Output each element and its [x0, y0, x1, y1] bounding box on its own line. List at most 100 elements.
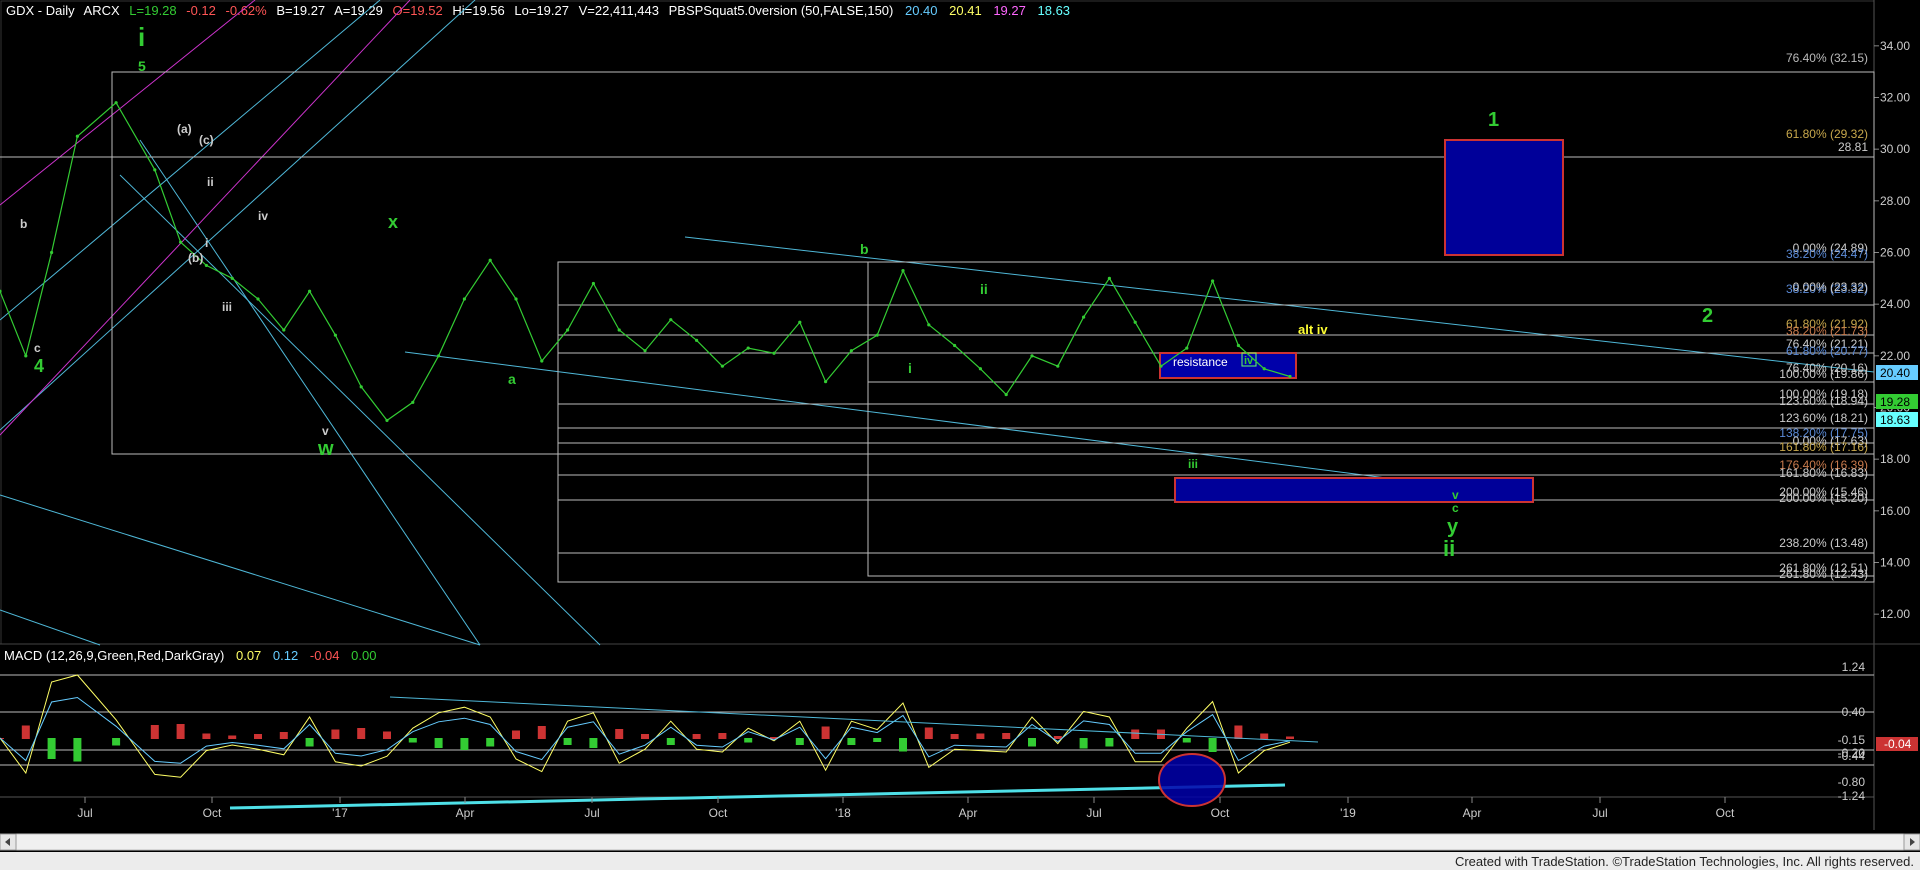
price-point [1185, 346, 1189, 350]
scrollbar-track[interactable] [0, 833, 1920, 851]
fib-level-label: 161.80% (16.83) [1779, 466, 1868, 480]
fib-box-1 [111, 71, 1875, 455]
macd-histogram-bar [305, 738, 314, 747]
fib-level-label: 61.80% (29.32) [1786, 127, 1868, 141]
macd-histogram-bar [847, 738, 856, 745]
wave-label-v-small: v [322, 424, 329, 438]
time-tick-label: Oct [709, 806, 728, 820]
wave-label-ii-major: ii [1443, 536, 1455, 561]
price-tick-label: 14.00 [1880, 556, 1910, 570]
trendline-channel-4 [119, 174, 601, 646]
macd-histogram-bar [924, 727, 933, 739]
price-point [566, 328, 570, 332]
macd-histogram-bar [563, 738, 572, 745]
macd-histogram-bar [331, 729, 340, 739]
price-point [772, 351, 776, 355]
macd-tick-label: -0.44 [1838, 749, 1866, 763]
macd-tag-value: -0.04 [1884, 737, 1912, 751]
wave-label-w: w [317, 438, 334, 460]
price-point [153, 168, 157, 172]
time-tick-label: Apr [456, 806, 475, 820]
price-point [1236, 343, 1240, 348]
indicator-value-1: 20.40 [905, 3, 938, 18]
indicator-value-4: 18.63 [1038, 3, 1071, 18]
macd-histogram-bar [1079, 738, 1088, 749]
fib-level-label: 161.80% (17.16) [1779, 440, 1868, 454]
price-point [617, 328, 621, 332]
macd-divergence-ellipse [1158, 753, 1226, 807]
macd-histogram-bar [1002, 733, 1011, 739]
price-point [1056, 364, 1060, 368]
price-point [333, 333, 337, 337]
price-panel-frame [0, 0, 1875, 645]
wave-label-b-paren: (b) [188, 251, 203, 265]
macd-trendline-upper [389, 696, 1319, 743]
price-point [75, 134, 79, 138]
trendline-support [404, 351, 1481, 491]
fib-labels: 76.40% (32.15) 61.80% (29.32)28.81 0.00% (… [1779, 51, 1868, 581]
wave-label-iv-green: iv [1244, 355, 1254, 367]
resistance-label: resistance [1173, 355, 1228, 369]
price-point [798, 320, 802, 324]
price-point [591, 281, 596, 286]
trendline-lower-1 [0, 494, 481, 646]
price-point [411, 400, 415, 404]
time-tick-label: Oct [1716, 806, 1735, 820]
macd-tick-label: -1.24 [1838, 789, 1866, 803]
wave-label-i-major: i [138, 22, 145, 52]
price-point [669, 318, 673, 322]
price-point [385, 418, 389, 423]
wave-label-ii-small: ii [207, 175, 214, 189]
target-box-1 [1444, 139, 1564, 256]
fib-level-label: 123.60% (18.94) [1779, 394, 1868, 408]
wave-label-1: 1 [1488, 109, 1499, 131]
macd-name: MACD (12,26,9,Green,Red,DarkGray) [4, 648, 224, 663]
macd-histogram-bar [279, 732, 288, 739]
macd-histogram-bar [1260, 733, 1269, 739]
wave-label-alt-iv: alt iv [1298, 322, 1328, 337]
time-tick-label: Jul [1592, 806, 1607, 820]
price-point [953, 343, 957, 348]
price-point [978, 367, 983, 371]
price-point [1107, 276, 1111, 280]
price-point [1262, 367, 1266, 371]
wave-label-i-small: i [205, 236, 208, 250]
price-point [488, 258, 492, 262]
macd-histogram-bar [1208, 738, 1217, 752]
price-tick-label: 28.00 [1880, 194, 1910, 208]
footer-credit: Created with TradeStation. ©TradeStation… [1455, 854, 1914, 869]
high-price: Hi=19.56 [452, 3, 504, 18]
macd-histogram-bar [537, 726, 546, 739]
price-tick-label: 16.00 [1880, 504, 1910, 518]
fib-level-label: 38.20% (21.73) [1786, 324, 1868, 338]
price-tag-20-40: 20.40 [1880, 366, 1910, 380]
wave-label-b-green: b [860, 241, 869, 257]
wave-label-y: y [1447, 516, 1459, 538]
price-point [359, 385, 363, 389]
bid-price: B=19.27 [276, 3, 325, 18]
wave-label-iv-small: iv [258, 209, 268, 223]
wave-label-c-left: c [34, 341, 41, 355]
macd-histogram-bar [254, 734, 262, 739]
macd-levels [0, 674, 1874, 766]
macd-histogram-bar [1234, 725, 1243, 739]
fib-level-label: 61.80% (20.77) [1786, 344, 1868, 358]
time-tick-label: '18 [835, 806, 851, 820]
change-percent: -0.62% [226, 3, 268, 18]
scroll-right-button[interactable] [1903, 833, 1920, 851]
fib-box-2 [557, 261, 1875, 583]
price-point [24, 354, 28, 358]
macd-header: MACD (12,26,9,Green,Red,DarkGray) 0.07 0… [4, 648, 376, 663]
wave-label-4: 4 [34, 356, 44, 376]
price-point [875, 333, 879, 337]
price-point [927, 323, 931, 327]
time-tick-label: Oct [203, 806, 222, 820]
macd-histogram-bar [47, 738, 56, 759]
macd-signal-line [0, 696, 1291, 764]
wave-label-iii-small: iii [222, 300, 232, 314]
macd-histogram-bar [512, 730, 520, 739]
indicator-value-2: 20.41 [949, 3, 982, 18]
macd-histogram-bar [692, 734, 701, 739]
fib-level-label: 238.20% (13.48) [1779, 536, 1868, 550]
scroll-left-button[interactable] [0, 833, 17, 851]
